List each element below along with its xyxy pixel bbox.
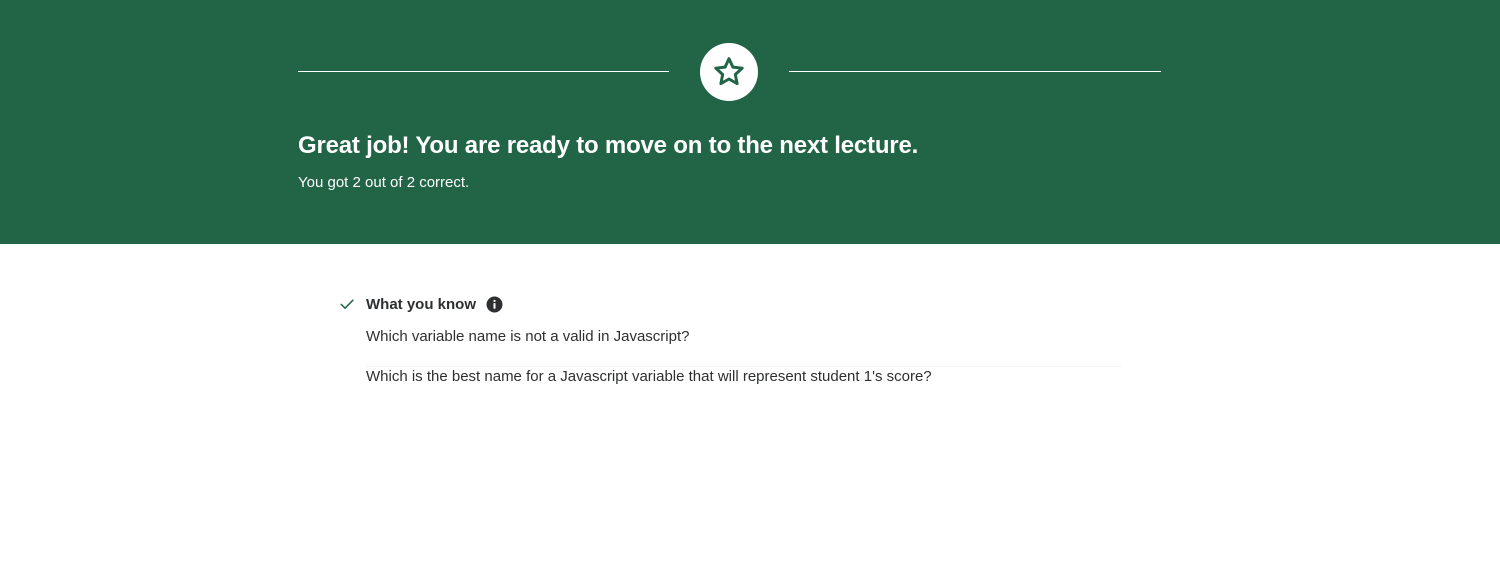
star-badge <box>700 43 758 101</box>
question-item[interactable]: Which variable name is not a valid in Ja… <box>366 327 1121 367</box>
question-item[interactable]: Which is the best name for a Javascript … <box>366 367 1121 407</box>
section-header: What you know <box>339 293 1121 315</box>
star-icon <box>714 57 744 86</box>
score-summary: You got 2 out of 2 correct. <box>298 174 470 191</box>
check-icon <box>340 299 354 309</box>
divider-line-right <box>789 71 1161 72</box>
section-title: What you know <box>366 295 476 313</box>
question-list: Which variable name is not a valid in Ja… <box>366 327 1121 407</box>
what-you-know-section: What you know Which variable name is not… <box>339 293 1121 407</box>
info-icon[interactable] <box>486 296 503 313</box>
divider-line-left <box>298 71 669 72</box>
result-headline: Great job! You are ready to move on to t… <box>298 132 919 159</box>
result-banner: Great job! You are ready to move on to t… <box>0 0 1500 244</box>
